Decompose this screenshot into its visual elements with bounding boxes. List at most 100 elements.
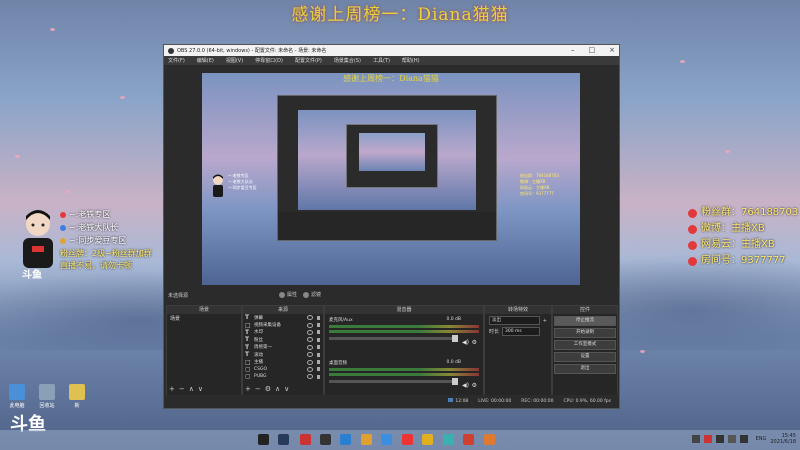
start-recording-button[interactable]: 开始录制 [554, 328, 616, 338]
remove-icon[interactable]: − [179, 385, 185, 393]
studio-mode-button[interactable]: 工作室模式 [554, 340, 616, 350]
dock-title: 控件 [553, 306, 617, 314]
source-item[interactable]: T 周榜第一 [243, 344, 323, 351]
qq-icon[interactable] [258, 434, 269, 445]
eye-icon[interactable] [307, 352, 313, 358]
desktop-icon-recycle-bin[interactable]: 回收站 [32, 384, 62, 409]
down-icon[interactable]: ∨ [284, 385, 289, 393]
browser-icon[interactable] [443, 434, 454, 445]
eye-icon[interactable] [307, 366, 313, 372]
chrome-icon[interactable] [463, 434, 474, 445]
obs-preview[interactable]: 感谢上周榜一：Diana猫猫 ~:老铁专区 ~:老铁大队长 ~:同步爱豆专区 粉… [202, 73, 580, 285]
source-item[interactable]: □ 视频采集设备 [243, 321, 323, 329]
desktop-icon-this-pc[interactable]: 此电脑 [2, 384, 32, 409]
lock-icon[interactable] [317, 315, 320, 320]
badge-icon [60, 224, 66, 231]
camera-source-icon: □ [245, 321, 251, 329]
gear-icon [279, 291, 285, 298]
up-icon[interactable]: ∧ [275, 385, 280, 393]
source-name: CSGO [254, 366, 268, 372]
eye-icon[interactable] [307, 374, 313, 380]
lock-icon[interactable] [317, 367, 320, 372]
obs-title-bar[interactable]: OBS 27.0.0 (64-bit, windows) - 配置文件: 未命名… [164, 45, 619, 56]
up-icon[interactable]: ∧ [189, 385, 194, 393]
cloud-icon[interactable] [381, 434, 392, 445]
source-item[interactable]: ▢ PUBG [243, 373, 323, 380]
add-icon[interactable]: + [245, 385, 251, 393]
edge-icon[interactable] [340, 434, 351, 445]
obs-window[interactable]: OBS 27.0.0 (64-bit, windows) - 配置文件: 未命名… [163, 44, 620, 409]
slider-knob[interactable] [452, 378, 458, 385]
tray-icons[interactable] [691, 435, 752, 443]
stop-streaming-button[interactable]: 停止推流 [554, 316, 616, 326]
maximize-icon[interactable]: □ [589, 46, 596, 54]
source-item[interactable]: T 水印 [243, 329, 323, 336]
steam-icon[interactable] [278, 434, 289, 445]
volume-slider[interactable] [329, 378, 458, 385]
minimize-icon[interactable]: – [571, 46, 575, 54]
menu-tools[interactable]: 工具(T) [373, 57, 390, 64]
add-icon[interactable]: + [543, 318, 547, 324]
recycle-bin-icon [39, 384, 55, 400]
dock-title: 转场特效 [485, 306, 551, 314]
eye-icon[interactable] [307, 315, 313, 321]
game-icon[interactable] [422, 434, 433, 445]
eye-icon[interactable] [307, 344, 313, 350]
menu-docks[interactable]: 停靠窗口(D) [255, 57, 283, 64]
scene-item[interactable]: 场景 [167, 314, 241, 323]
lock-icon[interactable] [317, 323, 320, 328]
clock[interactable]: 15:45 2021/6/18 [770, 433, 796, 445]
menu-profile[interactable]: 配置文件(P) [295, 57, 322, 64]
slider-knob[interactable] [452, 335, 458, 342]
eye-icon[interactable] [307, 359, 313, 365]
menu-view[interactable]: 视图(V) [226, 57, 243, 64]
douyu-icon[interactable] [402, 434, 413, 445]
lock-icon[interactable] [317, 345, 320, 350]
source-item[interactable]: □ 主播 [243, 358, 323, 366]
add-icon[interactable]: + [169, 385, 175, 393]
duration-input[interactable]: 300 ms [502, 327, 541, 336]
source-item[interactable]: T 粉丝 [243, 336, 323, 343]
close-icon[interactable]: × [609, 46, 615, 54]
menu-help[interactable]: 帮助(H) [402, 57, 420, 64]
lock-icon[interactable] [317, 337, 320, 342]
eye-icon[interactable] [307, 337, 313, 343]
source-item[interactable]: T 弹幕 [243, 314, 323, 321]
speaker-icon[interactable]: ◀) [462, 382, 469, 389]
mixer-dock: 混音器 麦克风/Aux 0.0 dB ◀) ⚙ 桌面音频 0.0 dB ◀) ⚙ [324, 305, 484, 396]
lock-icon[interactable] [317, 360, 320, 365]
tool-icon[interactable] [484, 434, 495, 445]
text-source-icon: T [245, 343, 250, 351]
source-name: 水印 [254, 330, 263, 336]
folder-icon[interactable] [361, 434, 372, 445]
menu-scene-collection[interactable]: 场景集合(S) [334, 57, 361, 64]
volume-slider[interactable] [329, 335, 458, 342]
level-meter [329, 330, 479, 333]
filters-button[interactable]: 滤镜 [303, 291, 321, 298]
source-item[interactable]: T 滚动 [243, 351, 323, 358]
menu-edit[interactable]: 编辑(E) [197, 57, 214, 64]
desktop-icon-file[interactable]: 新 [62, 384, 92, 409]
menu-file[interactable]: 文件(F) [168, 57, 185, 64]
gear-icon[interactable]: ⚙ [265, 385, 271, 393]
nested-obs-window-inner [346, 124, 438, 188]
exit-button[interactable]: 退出 [554, 364, 616, 374]
language-indicator[interactable]: ENG [756, 436, 767, 442]
eye-icon[interactable] [307, 322, 313, 328]
netease-icon[interactable] [300, 434, 311, 445]
properties-button[interactable]: 属性 [279, 291, 297, 298]
speaker-icon[interactable]: ◀) [462, 339, 469, 346]
down-icon[interactable]: ∨ [198, 385, 203, 393]
settings-button[interactable]: 设置 [554, 352, 616, 362]
right-info-item: 微博：主播XB [688, 221, 798, 237]
eye-icon[interactable] [307, 329, 313, 335]
lock-icon[interactable] [317, 330, 320, 335]
transition-select[interactable]: 淡出 [489, 316, 540, 325]
gear-icon[interactable]: ⚙ [472, 382, 477, 389]
source-item[interactable]: ▢ CSGO [243, 366, 323, 373]
lock-icon[interactable] [317, 352, 320, 357]
remove-icon[interactable]: − [255, 385, 261, 393]
lock-icon[interactable] [317, 374, 320, 379]
obs-icon[interactable] [320, 434, 331, 445]
gear-icon[interactable]: ⚙ [472, 339, 477, 346]
